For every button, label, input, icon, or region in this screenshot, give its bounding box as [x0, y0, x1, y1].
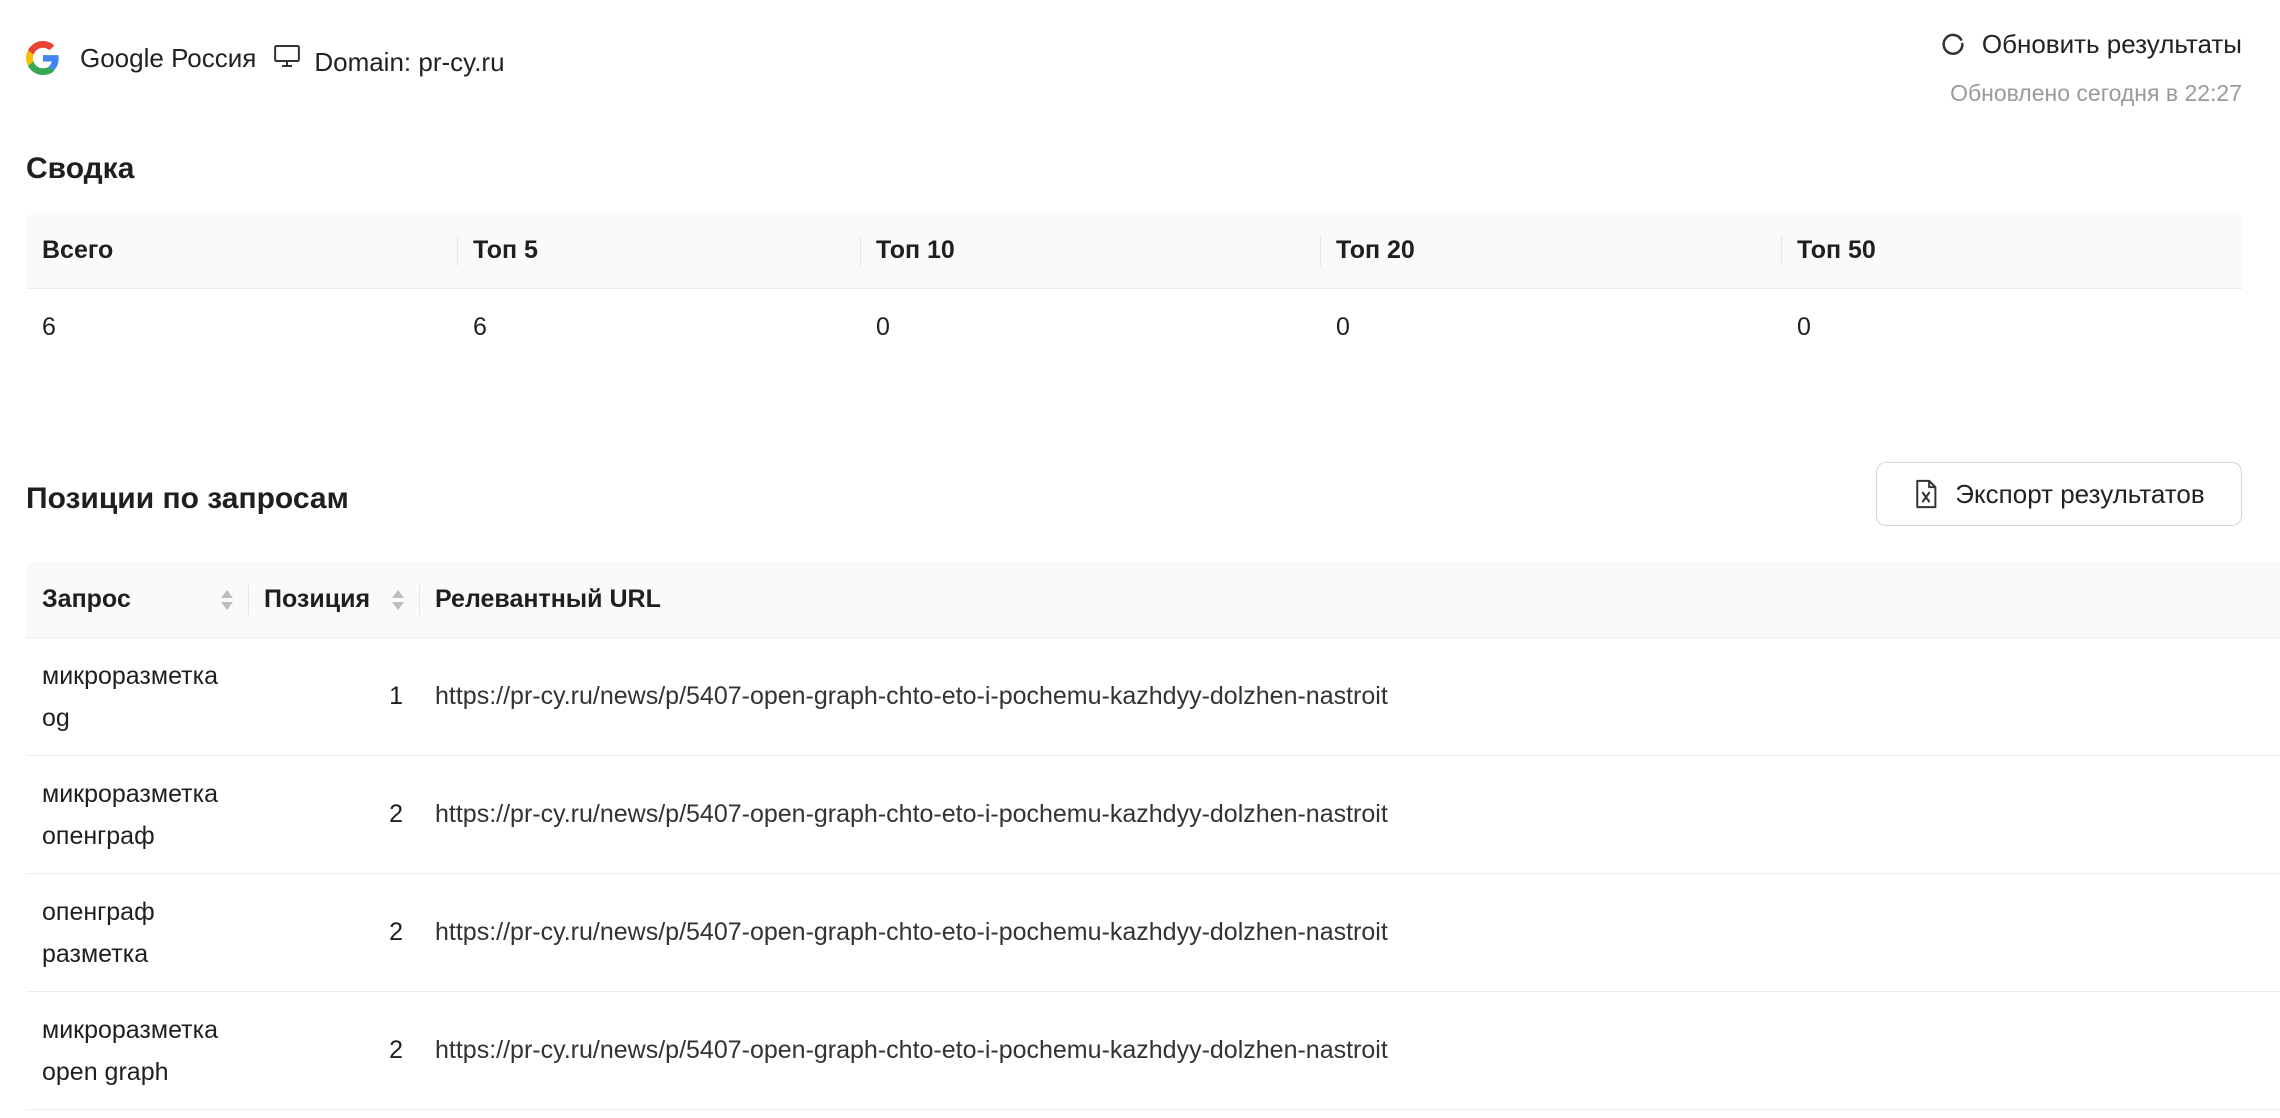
- query-text: микроразметка опенграф: [42, 779, 218, 850]
- relevant-url-link[interactable]: https://pr-cy.ru/news/p/5407-open-graph-…: [419, 638, 2280, 755]
- positions-title: Позиции по запросам: [26, 482, 349, 515]
- position-cell: 1: [389, 682, 403, 710]
- summary-header-top5: Топ 5: [457, 213, 860, 288]
- position-cell: 2: [389, 800, 403, 828]
- summary-header-total: Всего: [42, 236, 114, 264]
- relevant-url-link[interactable]: https://pr-cy.ru/news/p/5407-open-graph-…: [419, 992, 2280, 1109]
- query-text: опенграф разметка: [42, 897, 155, 968]
- sort-icon[interactable]: [391, 588, 405, 612]
- positions-header-row: Запрос Позиция Релевантный URL: [26, 562, 2280, 638]
- domain-label: Domain: pr-cy.ru: [314, 46, 505, 77]
- column-header-query-label: Запрос: [42, 585, 131, 613]
- position-cell: 2: [389, 918, 403, 946]
- table-row: опенграф разметка 2 https://pr-cy.ru/new…: [26, 874, 2280, 992]
- refresh-results-label: Обновить результаты: [1981, 28, 2242, 59]
- summary-value-top5: 6: [473, 312, 487, 341]
- export-results-label: Экспорт результатов: [1955, 478, 2205, 509]
- summary-value-top20: 0: [1336, 312, 1350, 341]
- summary-value-total: 6: [42, 312, 56, 341]
- search-engine-label: Google Россия: [80, 42, 257, 73]
- query-cell: микроразметка open graph: [26, 992, 248, 1109]
- column-header-url: Релевантный URL: [419, 562, 2280, 637]
- positions-table: Запрос Позиция Релевантный URL микроразм…: [26, 562, 2280, 1110]
- position-cell: 2: [389, 1036, 403, 1064]
- query-text: микроразметка og: [42, 661, 218, 732]
- summary-value-top50: 0: [1797, 312, 1811, 341]
- query-text: микроразметка open graph: [42, 1015, 218, 1086]
- column-header-query[interactable]: Запрос: [26, 562, 248, 637]
- table-row: микроразметка опенграф 2 https://pr-cy.r…: [26, 756, 2280, 874]
- summary-header-top50: Топ 50: [1781, 213, 2242, 288]
- summary-header-top10: Топ 10: [860, 213, 1320, 288]
- search-settings-bar: Google Россия Domain: pr-cy.ru: [26, 36, 505, 80]
- column-header-position-label: Позиция: [264, 585, 371, 613]
- query-cell: микроразметка опенграф: [26, 756, 248, 873]
- query-cell: микроразметка og: [26, 638, 248, 755]
- summary-table: Всего Топ 5 Топ 10 Топ 20 Топ 50 6 6 0 0…: [26, 213, 2242, 365]
- summary-title: Сводка: [26, 152, 135, 185]
- export-results-button[interactable]: Экспорт результатов: [1876, 462, 2242, 526]
- refresh-results-button[interactable]: Обновить результаты: [1938, 24, 2242, 64]
- monitor-icon: [274, 45, 301, 67]
- column-header-position[interactable]: Позиция: [248, 562, 419, 637]
- last-updated-text: Обновлено сегодня в 22:27: [1950, 80, 2242, 106]
- summary-values-row: 6 6 0 0 0: [26, 289, 2242, 365]
- excel-file-icon: [1916, 479, 1937, 509]
- relevant-url-link[interactable]: https://pr-cy.ru/news/p/5407-open-graph-…: [419, 874, 2280, 991]
- summary-value-top10: 0: [876, 312, 890, 341]
- refresh-icon: [1942, 33, 1964, 55]
- table-row: микроразметка og 1 https://pr-cy.ru/news…: [26, 638, 2280, 756]
- google-icon: [26, 41, 59, 75]
- summary-header-row: Всего Топ 5 Топ 10 Топ 20 Топ 50: [26, 213, 2242, 289]
- summary-header-top20: Топ 20: [1320, 213, 1781, 288]
- query-cell: опенграф разметка: [26, 874, 248, 991]
- relevant-url-link[interactable]: https://pr-cy.ru/news/p/5407-open-graph-…: [419, 756, 2280, 873]
- table-row: микроразметка open graph 2 https://pr-cy…: [26, 992, 2280, 1110]
- sort-icon[interactable]: [220, 588, 234, 612]
